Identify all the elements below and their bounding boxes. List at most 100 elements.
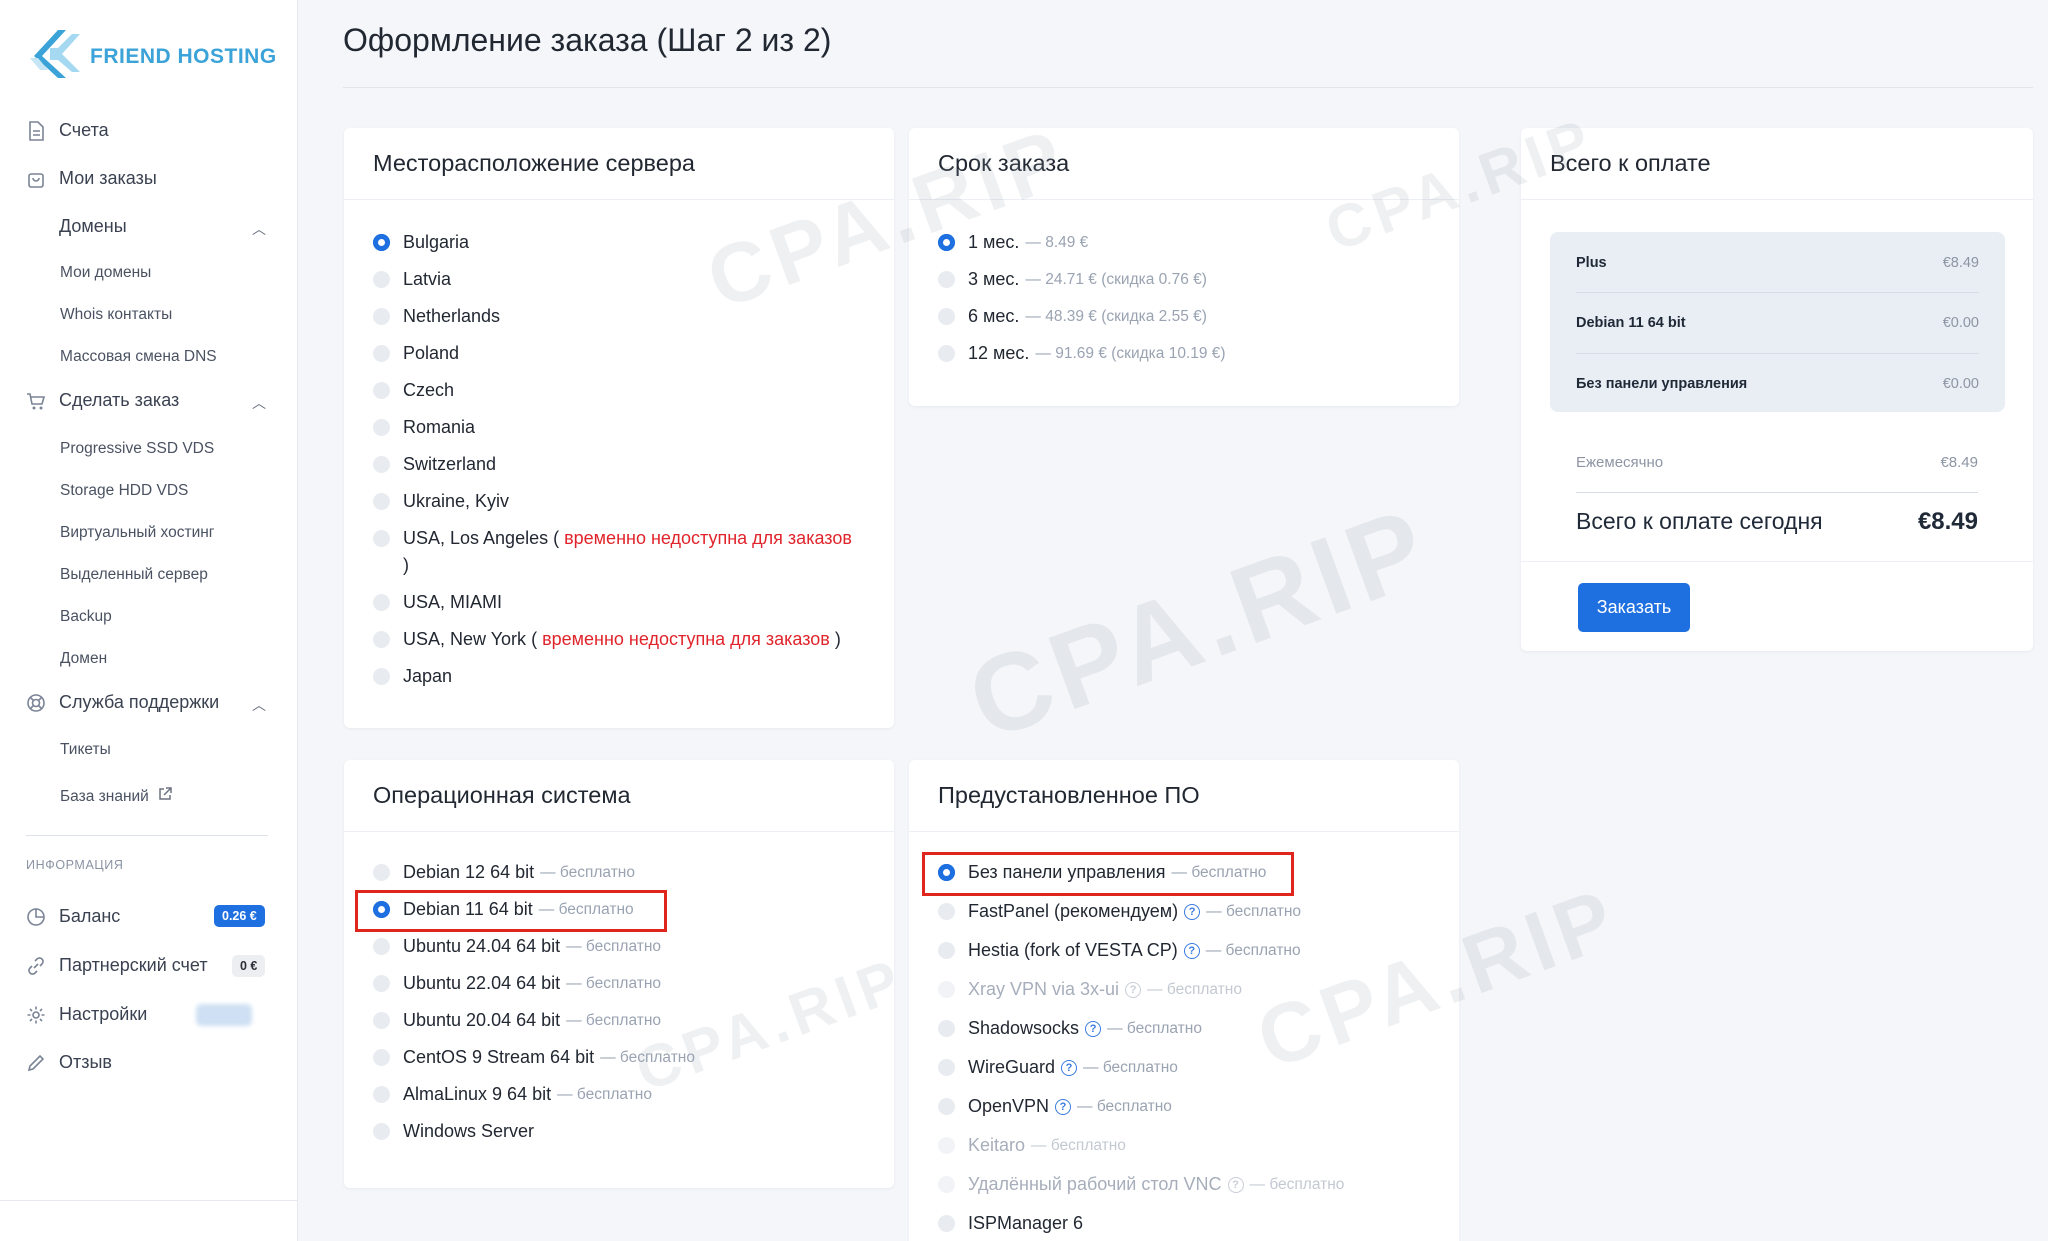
help-icon[interactable]: ? [1227, 1176, 1244, 1193]
term-option-12m[interactable]: 12 мес. — 91.69 € (скидка 10.19 €) [938, 343, 1226, 364]
nav-my-orders-label: Мои заказы [59, 168, 157, 188]
radio[interactable] [938, 942, 955, 959]
radio[interactable] [938, 1098, 955, 1115]
radio[interactable] [938, 1020, 955, 1037]
help-icon[interactable]: ? [1184, 903, 1201, 920]
nav-my-domains[interactable]: Мои домены [60, 264, 151, 282]
chevron-up-icon[interactable]: ︿ [252, 393, 266, 413]
location-option-poland[interactable]: Poland [373, 343, 459, 364]
location-option-usa-new-york[interactable]: USA, New York ( временно недоступна для … [373, 629, 841, 650]
unavailable-note-close: ) [403, 555, 409, 575]
nav-domains[interactable]: Домены [59, 216, 127, 237]
radio[interactable] [938, 1215, 955, 1232]
os-option-debian-12[interactable]: Debian 12 64 bit — бесплатно [373, 862, 635, 883]
sidebar-divider [26, 835, 268, 836]
settings-badge [196, 1004, 252, 1026]
nav-knowledge-base[interactable]: База знаний [60, 786, 173, 807]
os-option-almalinux-9[interactable]: AlmaLinux 9 64 bit — бесплатно [373, 1084, 652, 1105]
help-icon[interactable]: ? [1061, 1059, 1078, 1076]
nav-domain[interactable]: Домен [60, 650, 107, 668]
radio[interactable] [373, 530, 390, 547]
radio[interactable] [938, 345, 955, 362]
nav-make-order[interactable]: Сделать заказ [26, 390, 179, 411]
radio[interactable] [373, 456, 390, 473]
radio[interactable] [373, 668, 390, 685]
help-icon[interactable]: ? [1085, 1020, 1102, 1037]
nav-settings[interactable]: Настройки [26, 1004, 147, 1025]
location-option-romania[interactable]: Romania [373, 417, 475, 438]
radio[interactable] [373, 594, 390, 611]
item-price: €8.49 [1942, 255, 1979, 271]
os-option-ubuntu-2204[interactable]: Ubuntu 22.04 64 bit — бесплатно [373, 973, 661, 994]
software-option-fastpanel[interactable]: FastPanel (рекомендуем)? — бесплатно [938, 901, 1301, 922]
nav-storage-hdd-vds[interactable]: Storage HDD VDS [60, 482, 188, 500]
radio[interactable] [373, 631, 390, 648]
radio[interactable] [373, 938, 390, 955]
total-row: Всего к оплате сегодня €8.49 [1576, 508, 1978, 536]
nav-my-orders[interactable]: Мои заказы [26, 168, 157, 189]
radio[interactable] [373, 975, 390, 992]
location-option-czech[interactable]: Czech [373, 380, 454, 401]
order-button[interactable]: Заказать [1578, 583, 1690, 632]
radio[interactable] [373, 864, 390, 881]
radio[interactable] [373, 382, 390, 399]
location-option-netherlands[interactable]: Netherlands [373, 306, 500, 327]
external-link-icon [157, 786, 173, 807]
radio-selected[interactable] [938, 234, 955, 251]
software-option-hestia[interactable]: Hestia (fork of VESTA CP)? — бесплатно [938, 940, 1301, 961]
radio[interactable] [373, 493, 390, 510]
option-label: Xray VPN via 3x-ui [968, 979, 1120, 999]
radio-selected[interactable] [373, 234, 390, 251]
nav-progressive-ssd-vds[interactable]: Progressive SSD VDS [60, 440, 214, 458]
nav-dedicated-server[interactable]: Выделенный сервер [60, 566, 208, 584]
item-price: €0.00 [1942, 315, 1979, 331]
radio[interactable] [373, 1086, 390, 1103]
software-option-wireguard[interactable]: WireGuard? — бесплатно [938, 1057, 1178, 1078]
location-option-switzerland[interactable]: Switzerland [373, 454, 496, 475]
os-option-windows-server[interactable]: Windows Server [373, 1121, 534, 1142]
radio[interactable] [373, 1049, 390, 1066]
nav-virtual-hosting[interactable]: Виртуальный хостинг [60, 524, 214, 542]
radio[interactable] [938, 903, 955, 920]
nav-tickets[interactable]: Тикеты [60, 741, 111, 759]
nav-support[interactable]: Служба поддержки [26, 692, 219, 713]
nav-accounts[interactable]: Счета [26, 120, 109, 141]
nav-feedback[interactable]: Отзыв [26, 1052, 112, 1073]
help-icon[interactable]: ? [1055, 1098, 1072, 1115]
radio[interactable] [373, 345, 390, 362]
radio[interactable] [373, 308, 390, 325]
nav-feedback-label: Отзыв [59, 1052, 112, 1072]
location-option-usa-miami[interactable]: USA, MIAMI [373, 592, 502, 613]
radio[interactable] [373, 1012, 390, 1029]
software-option-ispmanager[interactable]: ISPManager 6 [938, 1213, 1083, 1234]
location-option-bulgaria[interactable]: Bulgaria [373, 232, 469, 253]
radio[interactable] [938, 271, 955, 288]
os-option-centos-9[interactable]: CentOS 9 Stream 64 bit — бесплатно [373, 1047, 695, 1068]
term-option-6m[interactable]: 6 мес. — 48.39 € (скидка 2.55 €) [938, 306, 1207, 327]
radio[interactable] [938, 308, 955, 325]
os-option-ubuntu-2004[interactable]: Ubuntu 20.04 64 bit — бесплатно [373, 1010, 661, 1031]
software-option-shadowsocks[interactable]: Shadowsocks? — бесплатно [938, 1018, 1202, 1039]
location-option-usa-los-angeles[interactable]: USA, Los Angeles ( временно недоступна д… [373, 528, 852, 549]
location-option-japan[interactable]: Japan [373, 666, 452, 687]
nav-balance[interactable]: Баланс [26, 906, 120, 927]
radio[interactable] [373, 419, 390, 436]
software-option-openvpn[interactable]: OpenVPN? — бесплатно [938, 1096, 1172, 1117]
term-option-1m[interactable]: 1 мес. — 8.49 € [938, 232, 1088, 253]
logo[interactable]: FRIEND HOSTING [28, 24, 277, 84]
os-option-ubuntu-2404[interactable]: Ubuntu 24.04 64 bit — бесплатно [373, 936, 661, 957]
nav-partner-account[interactable]: Партнерский счет [26, 955, 208, 976]
location-option-ukraine-kyiv[interactable]: Ukraine, Kyiv [373, 491, 509, 512]
location-option-latvia[interactable]: Latvia [373, 269, 451, 290]
chevron-up-icon[interactable]: ︿ [252, 695, 266, 715]
radio[interactable] [373, 1123, 390, 1140]
help-icon[interactable]: ? [1183, 942, 1200, 959]
nav-whois-contacts[interactable]: Whois контакты [60, 306, 172, 324]
term-option-3m[interactable]: 3 мес. — 24.71 € (скидка 0.76 €) [938, 269, 1207, 290]
radio[interactable] [938, 1059, 955, 1076]
chevron-up-icon[interactable]: ︿ [252, 219, 266, 239]
nav-backup[interactable]: Backup [60, 608, 112, 626]
radio[interactable] [373, 271, 390, 288]
help-icon[interactable]: ? [1125, 981, 1142, 998]
nav-mass-dns[interactable]: Массовая смена DNS [60, 348, 217, 366]
